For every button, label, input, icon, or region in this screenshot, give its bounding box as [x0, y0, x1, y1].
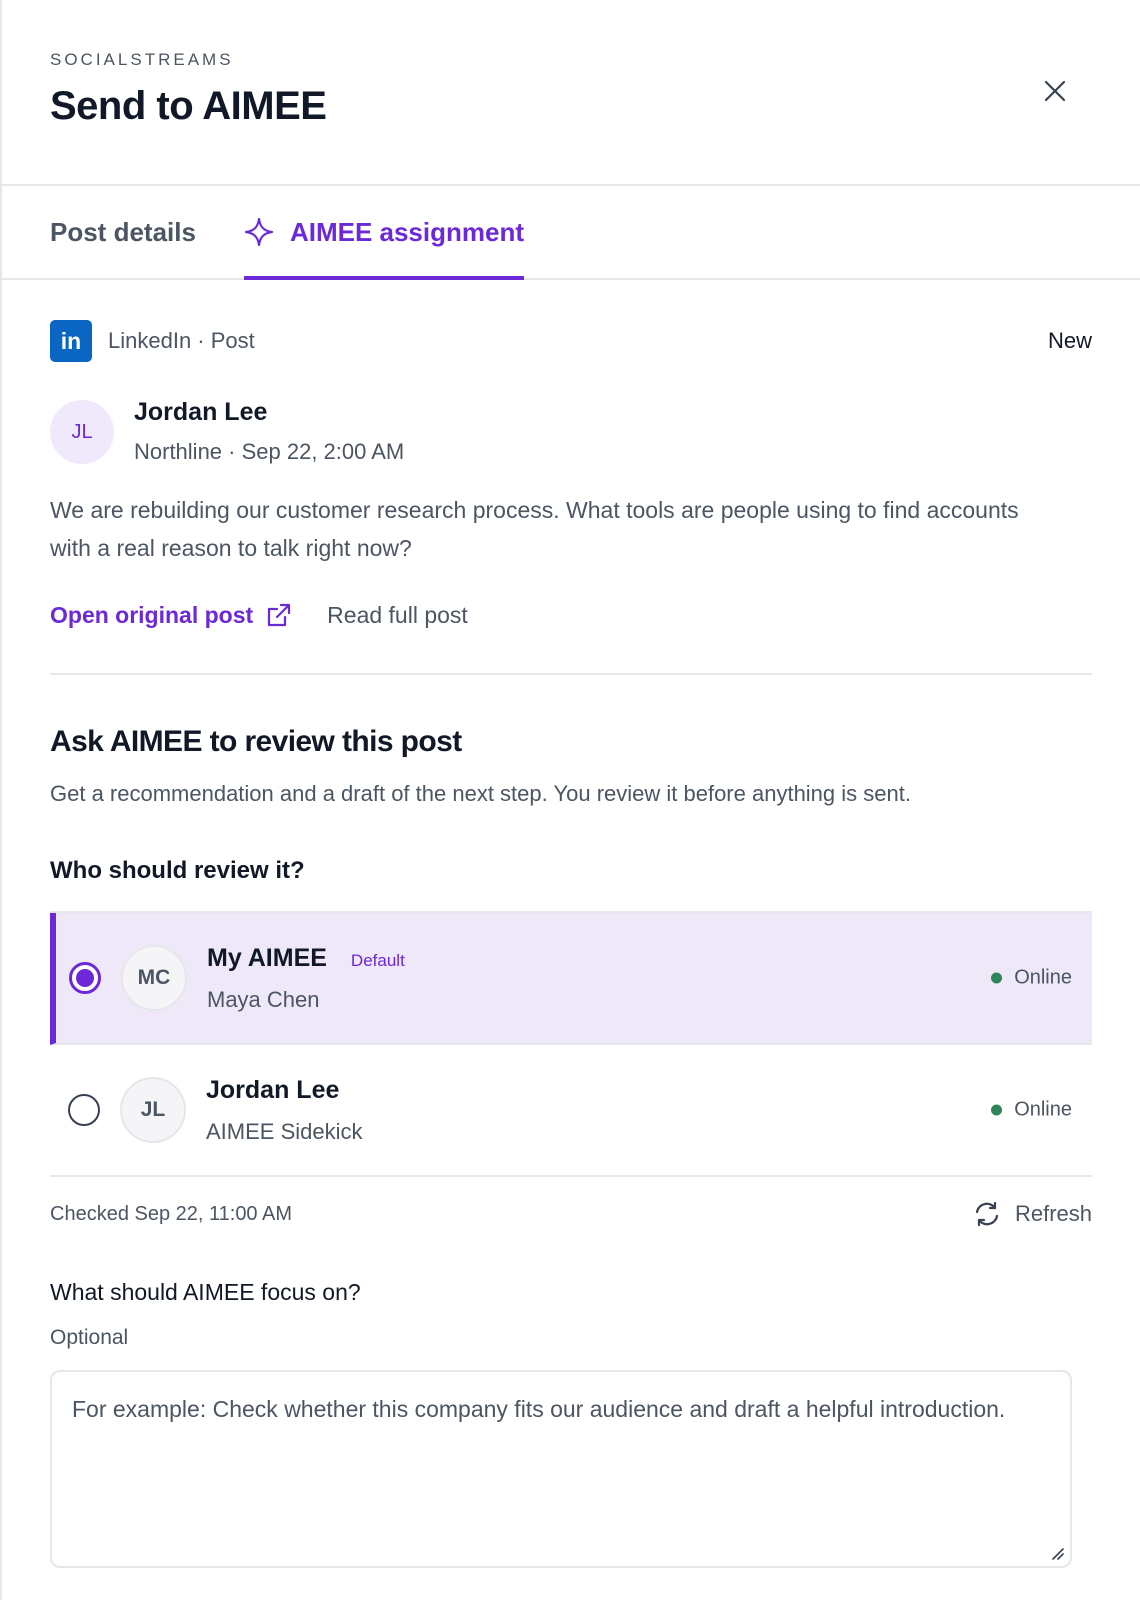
open-original-post-link[interactable]: Open original post: [50, 601, 293, 629]
open-original-label: Open original post: [50, 601, 254, 628]
avatar: MC: [121, 945, 187, 1011]
sparkle-icon: [244, 217, 274, 247]
checked-row: Checked Sep 22, 11:00 AM Refresh: [50, 1199, 1092, 1229]
review-section-title: Ask AIMEE to review this post: [50, 725, 462, 758]
radio-button[interactable]: [68, 1094, 100, 1126]
reviewer-info: My AIMEE Default Maya Chen: [207, 944, 405, 1013]
tab-bar: Post details AIMEE assignment: [2, 186, 1140, 280]
author-info: Jordan Lee Northline · Sep 22, 2:00 AM: [134, 398, 404, 465]
refresh-icon: [975, 1201, 999, 1227]
close-button[interactable]: [1038, 74, 1072, 108]
external-link-icon: [268, 603, 291, 627]
reviewer-info: Jordan Lee AIMEE Sidekick: [206, 1076, 363, 1145]
author-name: Jordan Lee: [134, 398, 268, 426]
reviewer-option-my-aimee[interactable]: MC My AIMEE Default Maya Chen Online: [50, 913, 1092, 1045]
send-to-aimee-panel: SOCIALSTREAMS Send to AIMEE Post details…: [0, 0, 1140, 1600]
focus-label: What should AIMEE focus on?: [50, 1279, 361, 1305]
reviewer-subtitle: AIMEE Sidekick: [206, 1118, 363, 1144]
default-badge: Default: [350, 950, 405, 970]
status-label: Online: [1014, 1098, 1072, 1121]
focus-textarea[interactable]: For example: Check whether this company …: [50, 1370, 1072, 1568]
review-section-subtitle: Get a recommendation and a draft of the …: [50, 781, 911, 806]
optional-hint: Optional: [50, 1326, 129, 1349]
post-author: JL Jordan Lee Northline · Sep 22, 2:00 A…: [50, 398, 1092, 465]
who-should-review-label: Who should review it?: [50, 857, 305, 884]
online-dot-icon: [991, 1104, 1003, 1116]
reviewer-name: My AIMEE: [207, 943, 327, 972]
panel-title: Send to AIMEE: [50, 84, 327, 128]
post-body: We are rebuilding our customer research …: [50, 497, 1019, 561]
panel-header: SOCIALSTREAMS Send to AIMEE: [2, 0, 1140, 186]
post-source-row: in LinkedIn · Post New: [50, 320, 1092, 362]
online-status: Online: [991, 1099, 1072, 1122]
reviewer-subtitle: Maya Chen: [207, 986, 320, 1012]
status-badge: New: [1047, 328, 1092, 353]
online-dot-icon: [991, 972, 1003, 984]
reviewer-list: MC My AIMEE Default Maya Chen Online JL: [50, 911, 1092, 1177]
read-full-post-link[interactable]: Read full post: [327, 602, 468, 629]
panel-content: in LinkedIn · Post New JL Jordan Lee Nor…: [2, 320, 1140, 1568]
avatar: JL: [120, 1077, 186, 1143]
reviewer-option-jordan-lee[interactable]: JL Jordan Lee AIMEE Sidekick Online: [50, 1045, 1092, 1177]
textarea-placeholder: For example: Check whether this company …: [72, 1396, 1006, 1422]
refresh-button[interactable]: Refresh: [973, 1200, 1092, 1228]
post-source: in LinkedIn · Post: [50, 320, 255, 362]
linkedin-icon: in: [50, 320, 92, 362]
radio-button[interactable]: [69, 962, 101, 994]
status-label: Online: [1014, 966, 1072, 989]
tab-label: Post details: [50, 216, 196, 247]
tab-post-details[interactable]: Post details: [50, 186, 196, 278]
online-status: Online: [991, 967, 1072, 990]
post-links: Open original post Read full post: [50, 595, 1092, 635]
avatar: JL: [50, 400, 114, 464]
refresh-label: Refresh: [1014, 1201, 1092, 1226]
reviewer-name: Jordan Lee: [206, 1075, 340, 1104]
eyebrow: SOCIALSTREAMS: [50, 50, 234, 69]
source-label: LinkedIn · Post: [108, 328, 255, 353]
tab-label: AIMEE assignment: [289, 216, 524, 247]
divider: [50, 673, 1092, 675]
close-icon: [1044, 80, 1066, 102]
author-meta: Northline · Sep 22, 2:00 AM: [134, 439, 405, 464]
tab-aimee-assignment[interactable]: AIMEE assignment: [243, 186, 524, 280]
checked-timestamp: Checked Sep 22, 11:00 AM: [50, 1202, 293, 1225]
resize-grip-icon[interactable]: [1048, 1544, 1064, 1560]
